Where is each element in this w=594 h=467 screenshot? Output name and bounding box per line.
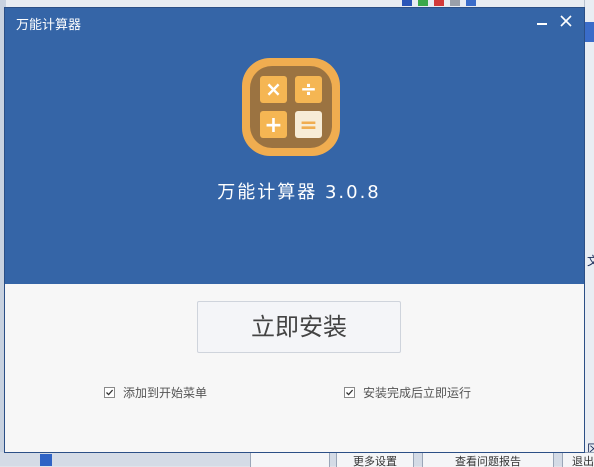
run-after-install-checkbox[interactable] xyxy=(344,386,355,398)
checkmark-icon xyxy=(346,389,354,396)
checkmark-icon xyxy=(106,389,114,396)
background-app-toolbar xyxy=(0,0,594,8)
background-button[interactable]: 退出 xyxy=(562,452,594,467)
run-after-install-option[interactable]: 安装完成后立即运行 xyxy=(344,385,472,400)
close-icon xyxy=(560,15,572,27)
add-to-start-menu-label: 添加到开始菜单 xyxy=(123,385,208,400)
background-button[interactable]: 更多设置 xyxy=(336,452,414,467)
background-button[interactable] xyxy=(250,452,330,467)
divide-symbol: ÷ xyxy=(300,77,317,101)
background-button[interactable]: 查看问题报告 xyxy=(422,452,554,467)
app-name: 万能计算器 3.0.8 xyxy=(217,182,381,203)
install-now-button[interactable]: 立即安装 xyxy=(197,301,401,353)
multiply-symbol: × xyxy=(265,77,282,101)
background-app-icon xyxy=(40,454,52,466)
calculator-icon: × ÷ + = xyxy=(242,58,340,156)
equals-symbol: = xyxy=(299,113,317,138)
add-to-start-menu-checkbox[interactable] xyxy=(104,386,115,398)
window-title: 万能计算器 xyxy=(16,18,82,33)
minimize-button[interactable] xyxy=(532,11,552,31)
run-after-install-label: 安装完成后立即运行 xyxy=(363,385,472,400)
background-fragment: 文 xyxy=(587,254,594,268)
installer-window: 万能计算器 × ÷ + = 万能计算器 3.0.8 立即安装 添加到开始菜单 安… xyxy=(5,8,584,452)
background-app-right-edge: 文 区 xyxy=(584,0,594,466)
add-to-start-menu-option[interactable]: 添加到开始菜单 xyxy=(104,385,208,400)
installer-header: 万能计算器 × ÷ + = 万能计算器 3.0.8 xyxy=(5,8,584,284)
close-button[interactable] xyxy=(556,11,576,31)
plus-symbol: + xyxy=(264,113,282,138)
minimize-icon xyxy=(537,23,547,25)
background-app-button-row: 更多设置 查看问题报告 退出 xyxy=(0,452,594,467)
